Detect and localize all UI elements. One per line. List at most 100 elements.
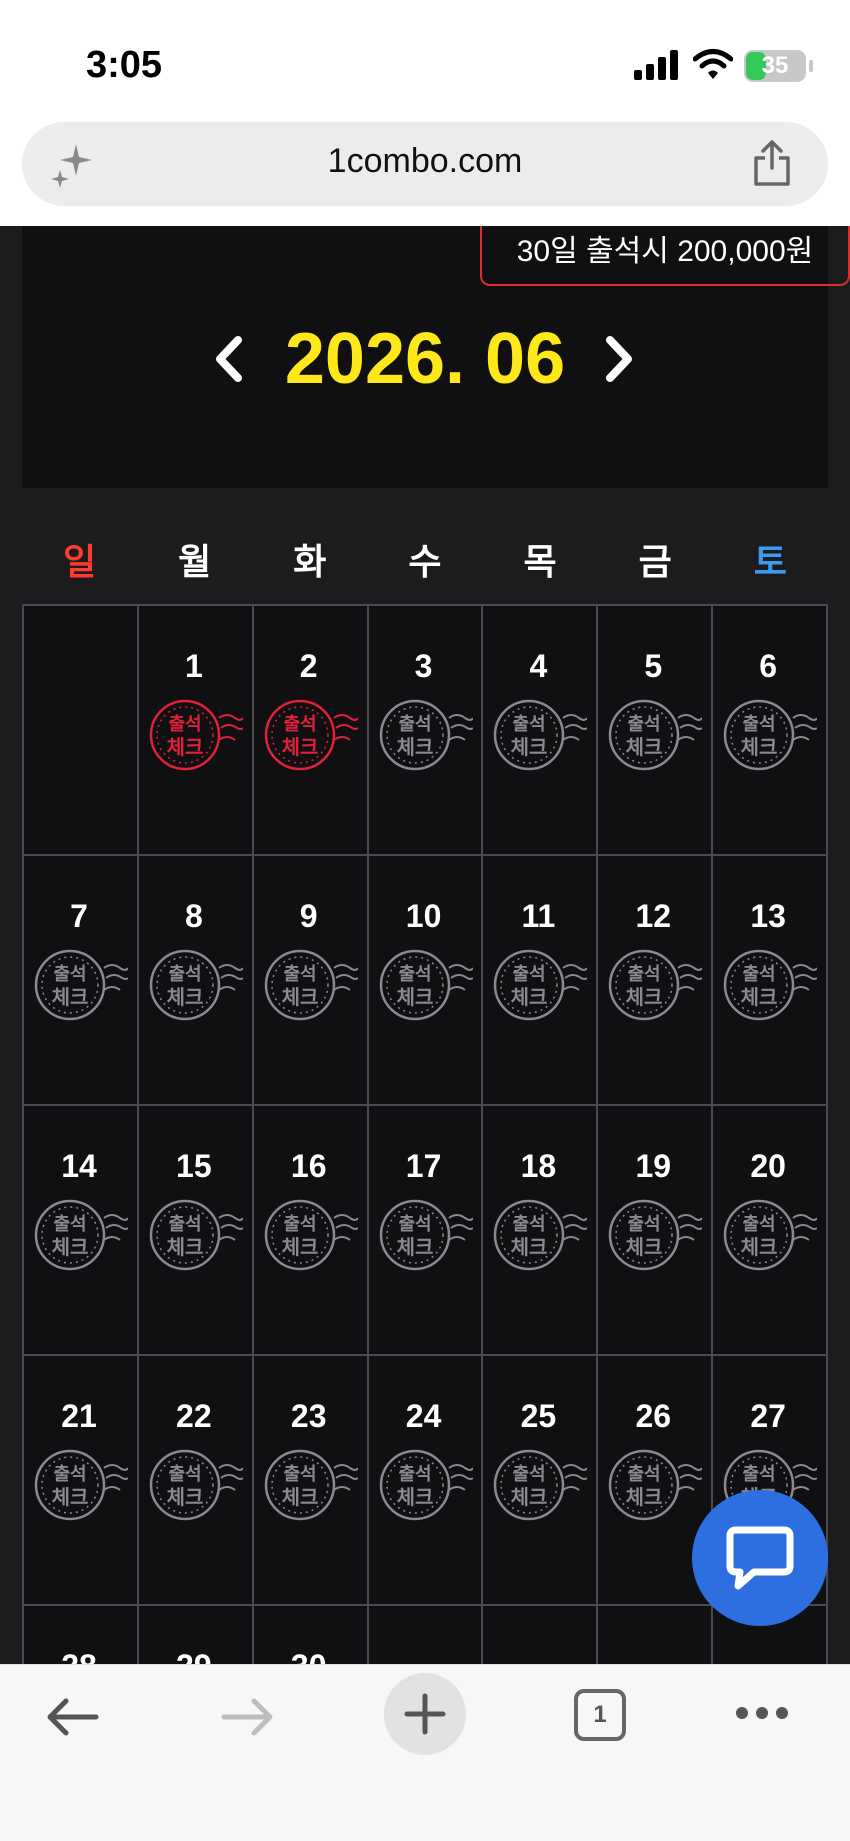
calendar-day-cell[interactable]: 19 출석 체크	[598, 1106, 714, 1356]
attendance-stamp-checked: 출석체크	[264, 699, 358, 771]
stamp-label-bottom: 체크	[741, 735, 778, 759]
calendar-day-cell	[368, 1606, 484, 1664]
stamp-label-top: 출석	[283, 714, 316, 735]
stamp-label-bottom: 체크	[396, 1235, 433, 1259]
forward-arrow-icon[interactable]	[220, 1695, 276, 1739]
day-number: 26	[635, 1398, 672, 1434]
more-icon[interactable]	[734, 1705, 790, 1721]
calendar-day-cell	[483, 1606, 599, 1664]
stamp-label-top: 출석	[398, 1464, 431, 1485]
calendar-day-cell[interactable]: 23 출석 체크	[253, 1356, 369, 1606]
attendance-stamp: 출석체크	[379, 699, 473, 771]
stamp-label-bottom: 체크	[52, 985, 89, 1009]
calendar-day-cell[interactable]: 25 출석 체크	[483, 1356, 599, 1606]
stamp-label-top: 출석	[398, 1214, 431, 1235]
calendar-day-cell[interactable]: 6 출석 체크	[713, 606, 828, 856]
calendar-day-cell[interactable]: 11 출석 체크	[483, 856, 599, 1106]
calendar-day-cell[interactable]: 18 출석 체크	[483, 1106, 599, 1356]
calendar-day-cell[interactable]: 17 출석 체크	[368, 1106, 484, 1356]
attendance-stamp: 출석체크	[379, 949, 473, 1021]
day-number: 6	[759, 648, 778, 684]
attendance-stamp: 출석체크	[34, 1449, 128, 1521]
new-tab-button[interactable]	[384, 1673, 466, 1755]
calendar-day-cell[interactable]: 13 출석 체크	[713, 856, 828, 1106]
calendar-day-cell[interactable]: 24 출석 체크	[368, 1356, 484, 1606]
calendar-day-cell[interactable]: 4 출석 체크	[483, 606, 599, 856]
calendar-day-cell[interactable]: 20 출석 체크	[713, 1106, 828, 1356]
weekday-tue: 화	[293, 541, 327, 582]
day-number: 14	[61, 1148, 97, 1184]
attendance-stamp: 출석체크	[149, 1449, 243, 1521]
stamp-label-bottom: 체크	[396, 735, 433, 759]
tab-switcher-button[interactable]: 1	[574, 1689, 626, 1741]
stamp-label-bottom: 체크	[396, 985, 433, 1009]
day-number: 4	[529, 648, 548, 684]
calendar-day-cell[interactable]: 9 출석 체크	[253, 856, 369, 1106]
attendance-stamp: 출석체크	[264, 1449, 358, 1521]
back-arrow-icon[interactable]	[44, 1695, 100, 1739]
stamp-label-bottom: 체크	[626, 1235, 663, 1259]
calendar-grid: 1 출석 체크 2 출석 체크 3 출석 체크 4 출석 체크 5 출석 체크 6 출석 체크 7 출석 체크 8 출석 체크…	[22, 604, 828, 1664]
day-number: 11	[521, 898, 556, 934]
cellular-signal-icon	[634, 50, 678, 80]
stamp-label-bottom: 체크	[166, 1235, 203, 1259]
stamp-label-top: 출석	[513, 964, 546, 985]
address-bar[interactable]: 1combo.com	[22, 122, 828, 206]
day-number: 29	[139, 1648, 249, 1664]
stamp-label-bottom: 체크	[52, 1235, 89, 1259]
stamp-label-top: 출석	[283, 964, 316, 985]
stamp-label-bottom: 체크	[166, 985, 203, 1009]
reward-badge: 30일 출석시 200,000원	[480, 226, 850, 286]
day-number: 17	[405, 1148, 442, 1184]
stamp-label-top: 출석	[628, 964, 661, 985]
calendar-day-cell[interactable]: 2 출석 체크	[253, 606, 369, 856]
stamp-label-top: 출석	[398, 964, 431, 985]
attendance-stamp: 출석체크	[494, 1199, 588, 1271]
calendar-day-cell[interactable]: 21 출석 체크	[24, 1356, 139, 1606]
day-number: 7	[70, 898, 88, 934]
calendar-day-cell[interactable]: 30	[253, 1606, 369, 1664]
status-bar: 3:05 35	[0, 0, 850, 120]
stamp-label-top: 출석	[283, 1464, 316, 1485]
attendance-stamp: 출석체크	[494, 1449, 588, 1521]
weekday-sun: 일	[63, 541, 97, 582]
day-number: 15	[176, 1148, 212, 1184]
url-text[interactable]: 1combo.com	[22, 142, 828, 181]
stamp-label-top: 출석	[513, 1214, 546, 1235]
stamp-label-top: 출석	[53, 1214, 86, 1235]
calendar-day-cell[interactable]: 29	[138, 1606, 254, 1664]
attendance-stamp: 출석체크	[609, 1449, 703, 1521]
attendance-stamp: 출석체크	[723, 1199, 818, 1271]
calendar-day-cell[interactable]: 15 출석 체크	[138, 1106, 254, 1356]
chat-button[interactable]	[692, 1490, 828, 1626]
chevron-right-icon[interactable]	[602, 334, 638, 384]
calendar-day-cell[interactable]: 28	[24, 1606, 139, 1664]
stamp-label-bottom: 체크	[52, 1485, 89, 1509]
calendar-day-cell[interactable]: 5 출석 체크	[598, 606, 714, 856]
calendar-day-cell[interactable]: 7 출석 체크	[24, 856, 139, 1106]
weekday-mon: 월	[178, 541, 212, 582]
stamp-label-top: 출석	[168, 1214, 201, 1235]
calendar-day-cell[interactable]: 3 출석 체크	[368, 606, 484, 856]
calendar-day-cell[interactable]: 12 출석 체크	[598, 856, 714, 1106]
calendar-day-cell[interactable]: 1 출석 체크	[138, 606, 254, 856]
calendar-day-cell[interactable]: 22 출석 체크	[138, 1356, 254, 1606]
day-number: 27	[750, 1398, 786, 1434]
day-number: 20	[750, 1148, 786, 1184]
attendance-stamp: 출석체크	[609, 699, 703, 771]
day-number: 12	[635, 898, 672, 934]
day-number: 18	[520, 1148, 557, 1184]
calendar-day-cell[interactable]: 8 출석 체크	[138, 856, 254, 1106]
day-number: 16	[290, 1148, 327, 1184]
day-number: 3	[414, 648, 433, 684]
stamp-label-bottom: 체크	[511, 985, 548, 1009]
attendance-stamp: 출석체크	[264, 1199, 358, 1271]
calendar-day-cell[interactable]: 16 출석 체크	[253, 1106, 369, 1356]
stamp-label-top: 출석	[283, 1214, 316, 1235]
share-icon[interactable]	[752, 140, 792, 186]
stamp-label-bottom: 체크	[396, 1485, 433, 1509]
stamp-label-bottom: 체크	[281, 735, 318, 759]
stamp-label-top: 출석	[743, 714, 776, 735]
calendar-day-cell[interactable]: 14 출석 체크	[24, 1106, 139, 1356]
calendar-day-cell[interactable]: 10 출석 체크	[368, 856, 484, 1106]
